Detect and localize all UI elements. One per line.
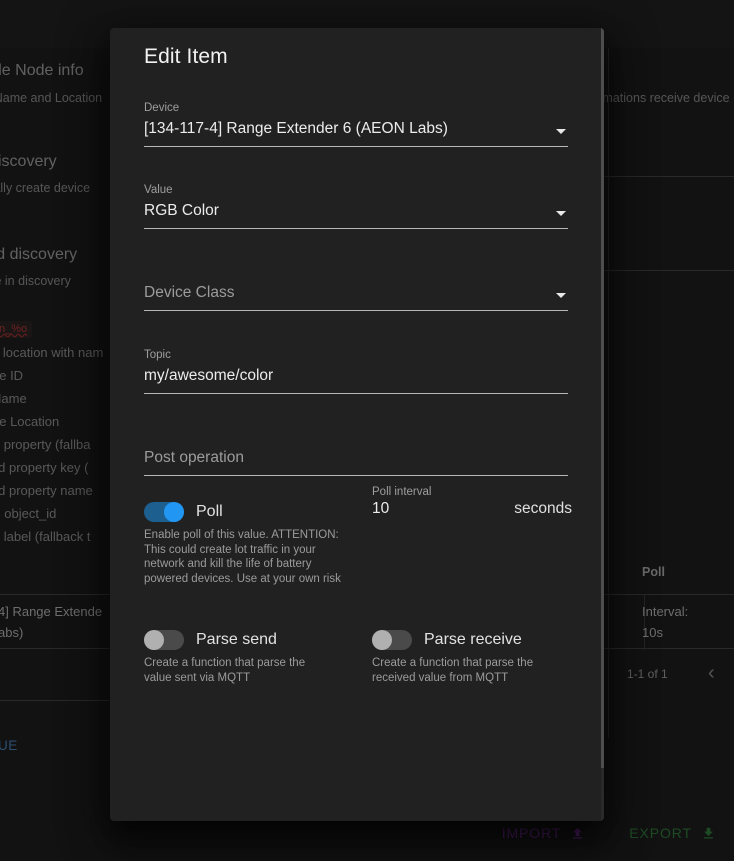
poll-interval-label: Poll interval — [372, 486, 432, 498]
topic-input[interactable]: Topic my/awesome/color — [144, 348, 568, 394]
poll-interval-input[interactable]: Poll interval 10 seconds — [372, 482, 572, 524]
parse-receive-toggle-knob — [372, 630, 392, 650]
chevron-down-icon — [556, 293, 566, 298]
dialog-scrollbar-track[interactable] — [601, 28, 604, 821]
poll-interval-row: 10 seconds — [372, 500, 572, 524]
topic-underline — [144, 393, 568, 394]
parse-section: Parse send Create a function that parse … — [144, 630, 592, 740]
device-label: Device — [144, 102, 180, 114]
post-operation-underline — [144, 475, 568, 476]
device-class-select[interactable]: Device Class — [144, 265, 568, 311]
value-select[interactable]: Value RGB Color — [144, 183, 568, 229]
parse-send-label: Parse send — [196, 631, 277, 648]
poll-toggle-knob — [164, 502, 184, 522]
poll-section: Poll Enable poll of this value. ATTENTIO… — [144, 486, 592, 612]
poll-hint: Enable poll of this value. ATTENTION: Th… — [144, 529, 341, 585]
post-operation-input[interactable]: Post operation — [144, 430, 568, 476]
parse-send-toggle-knob — [144, 630, 164, 650]
chevron-down-icon — [556, 129, 566, 134]
parse-receive-toggle[interactable] — [372, 630, 412, 650]
topic-label: Topic — [144, 349, 171, 361]
parse-send-hint: Create a function that parse the value s… — [144, 657, 306, 684]
poll-toggle[interactable] — [144, 502, 184, 522]
parse-receive-group: Parse receive Create a function that par… — [372, 630, 572, 685]
poll-interval-value: 10 — [372, 500, 390, 517]
parse-send-toggle-line: Parse send — [144, 630, 344, 650]
poll-interval-group: Poll interval 10 seconds — [372, 482, 572, 524]
poll-toggle-group: Poll Enable poll of this value. ATTENTIO… — [144, 502, 354, 586]
poll-toggle-label: Poll — [196, 503, 223, 520]
chevron-down-icon — [556, 211, 566, 216]
edit-item-dialog: Edit Item Device [134-117-4] Range Exten… — [110, 28, 604, 821]
dialog-scroll-content: Edit Item Device [134-117-4] Range Exten… — [110, 28, 604, 821]
device-underline — [144, 146, 568, 147]
app-root: ude Node info s Name and Location s Disc… — [0, 0, 734, 861]
device-class-underline — [144, 310, 568, 311]
device-class-placeholder: Device Class — [144, 284, 235, 301]
poll-toggle-line: Poll — [144, 502, 354, 522]
topic-value: my/awesome/color — [144, 367, 274, 384]
post-operation-placeholder: Post operation — [144, 449, 244, 466]
parse-send-toggle[interactable] — [144, 630, 184, 650]
dialog-title: Edit Item — [144, 45, 228, 68]
value-value: RGB Color — [144, 202, 219, 219]
parse-receive-hint: Create a function that parse the receive… — [372, 657, 534, 684]
device-select[interactable]: Device [134-117-4] Range Extender 6 (AEO… — [144, 101, 568, 147]
parse-receive-label: Parse receive — [424, 631, 522, 648]
parse-receive-toggle-line: Parse receive — [372, 630, 572, 650]
dialog-scrollbar-thumb[interactable] — [601, 28, 604, 768]
value-underline — [144, 228, 568, 229]
device-value: [134-117-4] Range Extender 6 (AEON Labs) — [144, 120, 448, 137]
value-label: Value — [144, 184, 173, 196]
parse-send-group: Parse send Create a function that parse … — [144, 630, 344, 685]
poll-interval-unit: seconds — [514, 500, 572, 517]
